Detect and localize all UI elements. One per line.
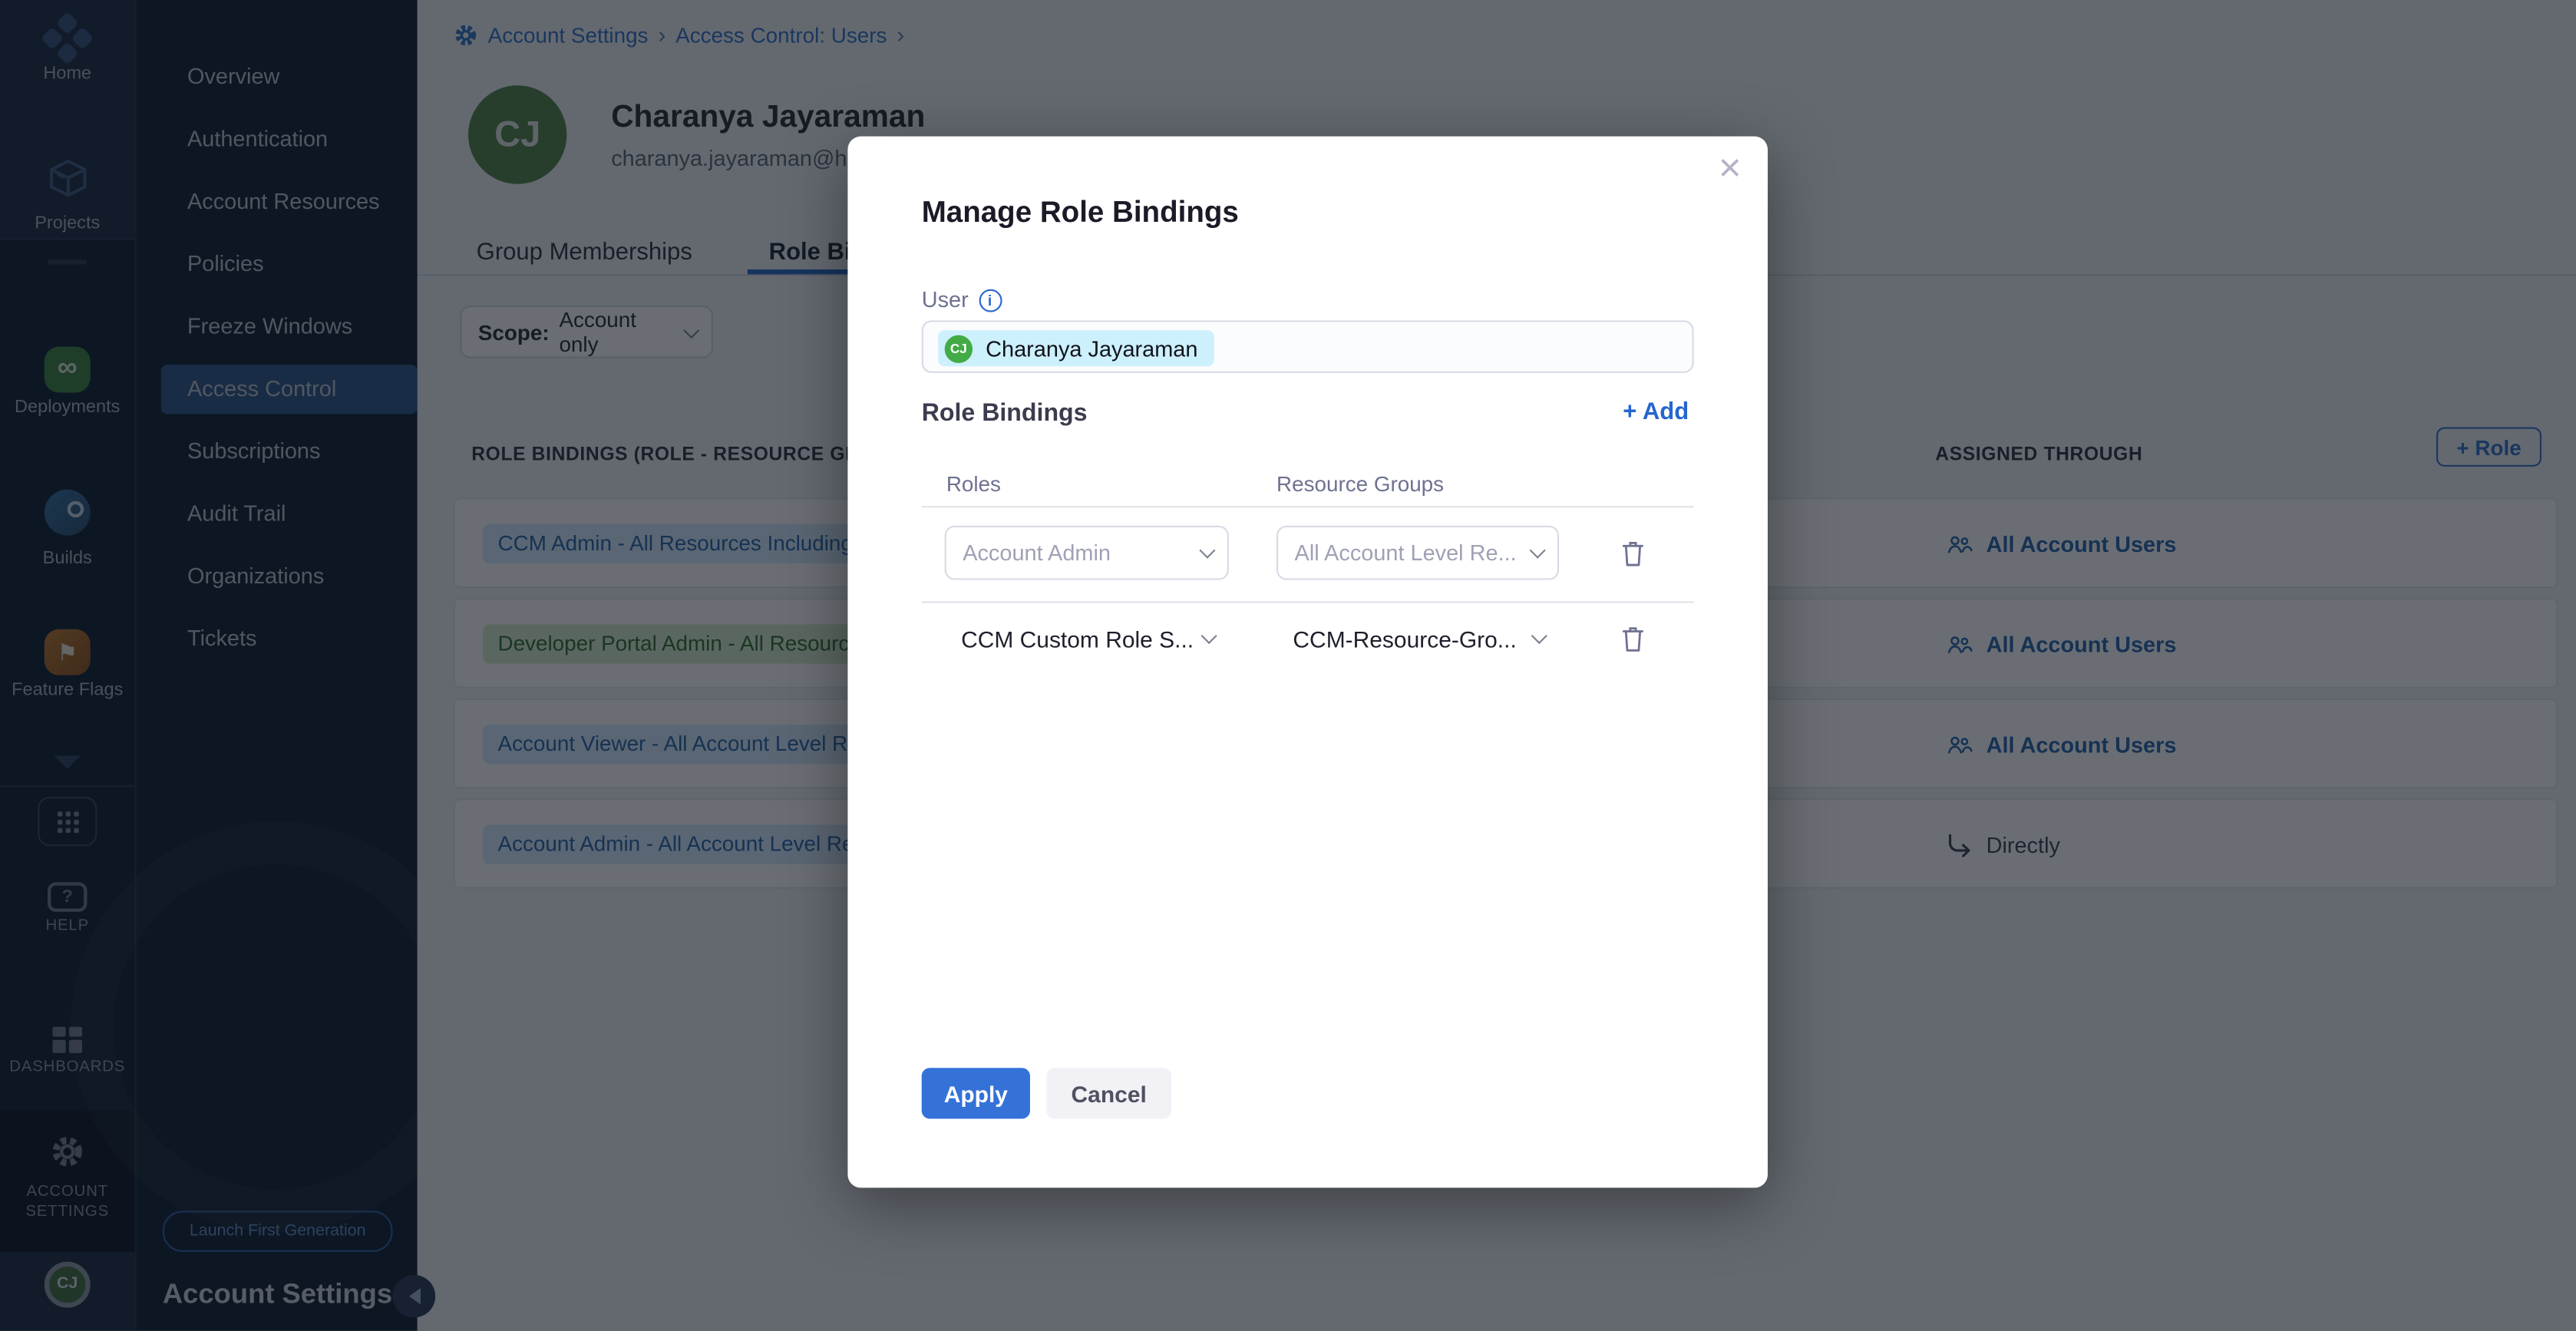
close-icon[interactable]: × [1719, 150, 1742, 189]
resource-group-select[interactable]: All Account Level Re... [1276, 526, 1559, 580]
column-header-roles: Roles [946, 471, 1001, 496]
user-chip[interactable]: CJ Charanya Jayaraman [938, 330, 1214, 366]
trash-icon[interactable] [1620, 623, 1646, 654]
role-bindings-section-heading: Role Bindings [922, 399, 1088, 427]
resource-group-select-value: All Account Level Re... [1295, 540, 1517, 565]
avatar: CJ [945, 335, 973, 362]
chevron-down-icon [1200, 628, 1217, 644]
modal-title: Manage Role Bindings [922, 196, 1239, 230]
role-select-value: CCM Custom Role S... [961, 625, 1194, 651]
trash-icon[interactable] [1620, 537, 1646, 569]
add-binding-button[interactable]: + Add [1623, 399, 1689, 425]
modal-table-divider [922, 601, 1694, 603]
resource-group-select[interactable]: CCM-Resource-Gro... [1276, 611, 1559, 666]
column-header-resource-groups: Resource Groups [1276, 471, 1444, 496]
user-chip-name: Charanya Jayaraman [986, 336, 1197, 361]
chevron-down-icon [1530, 543, 1546, 559]
chevron-down-icon [1199, 543, 1215, 559]
user-field-label: User i [922, 288, 1002, 312]
role-binding-row: Account Admin All Account Level Re... [847, 526, 1768, 582]
role-select[interactable]: CCM Custom Role S... [945, 611, 1229, 666]
user-label-text: User [922, 288, 969, 312]
info-icon[interactable]: i [979, 289, 1002, 312]
role-select-value: Account Admin [963, 540, 1111, 565]
modal-table-divider [922, 506, 1694, 507]
apply-button[interactable]: Apply [922, 1068, 1030, 1118]
role-binding-row: CCM Custom Role S... CCM-Resource-Gro... [847, 611, 1768, 667]
user-input[interactable]: CJ Charanya Jayaraman [922, 320, 1694, 372]
role-select[interactable]: Account Admin [945, 526, 1229, 580]
chevron-down-icon [1531, 628, 1547, 644]
resource-group-select-value: CCM-Resource-Gro... [1293, 625, 1516, 651]
manage-role-bindings-modal: × Manage Role Bindings User i CJ Charany… [847, 137, 1768, 1188]
screen: Home Projects ∞ Deployments Builds ⚑ Fea… [0, 0, 2576, 1331]
cancel-button[interactable]: Cancel [1046, 1068, 1171, 1118]
